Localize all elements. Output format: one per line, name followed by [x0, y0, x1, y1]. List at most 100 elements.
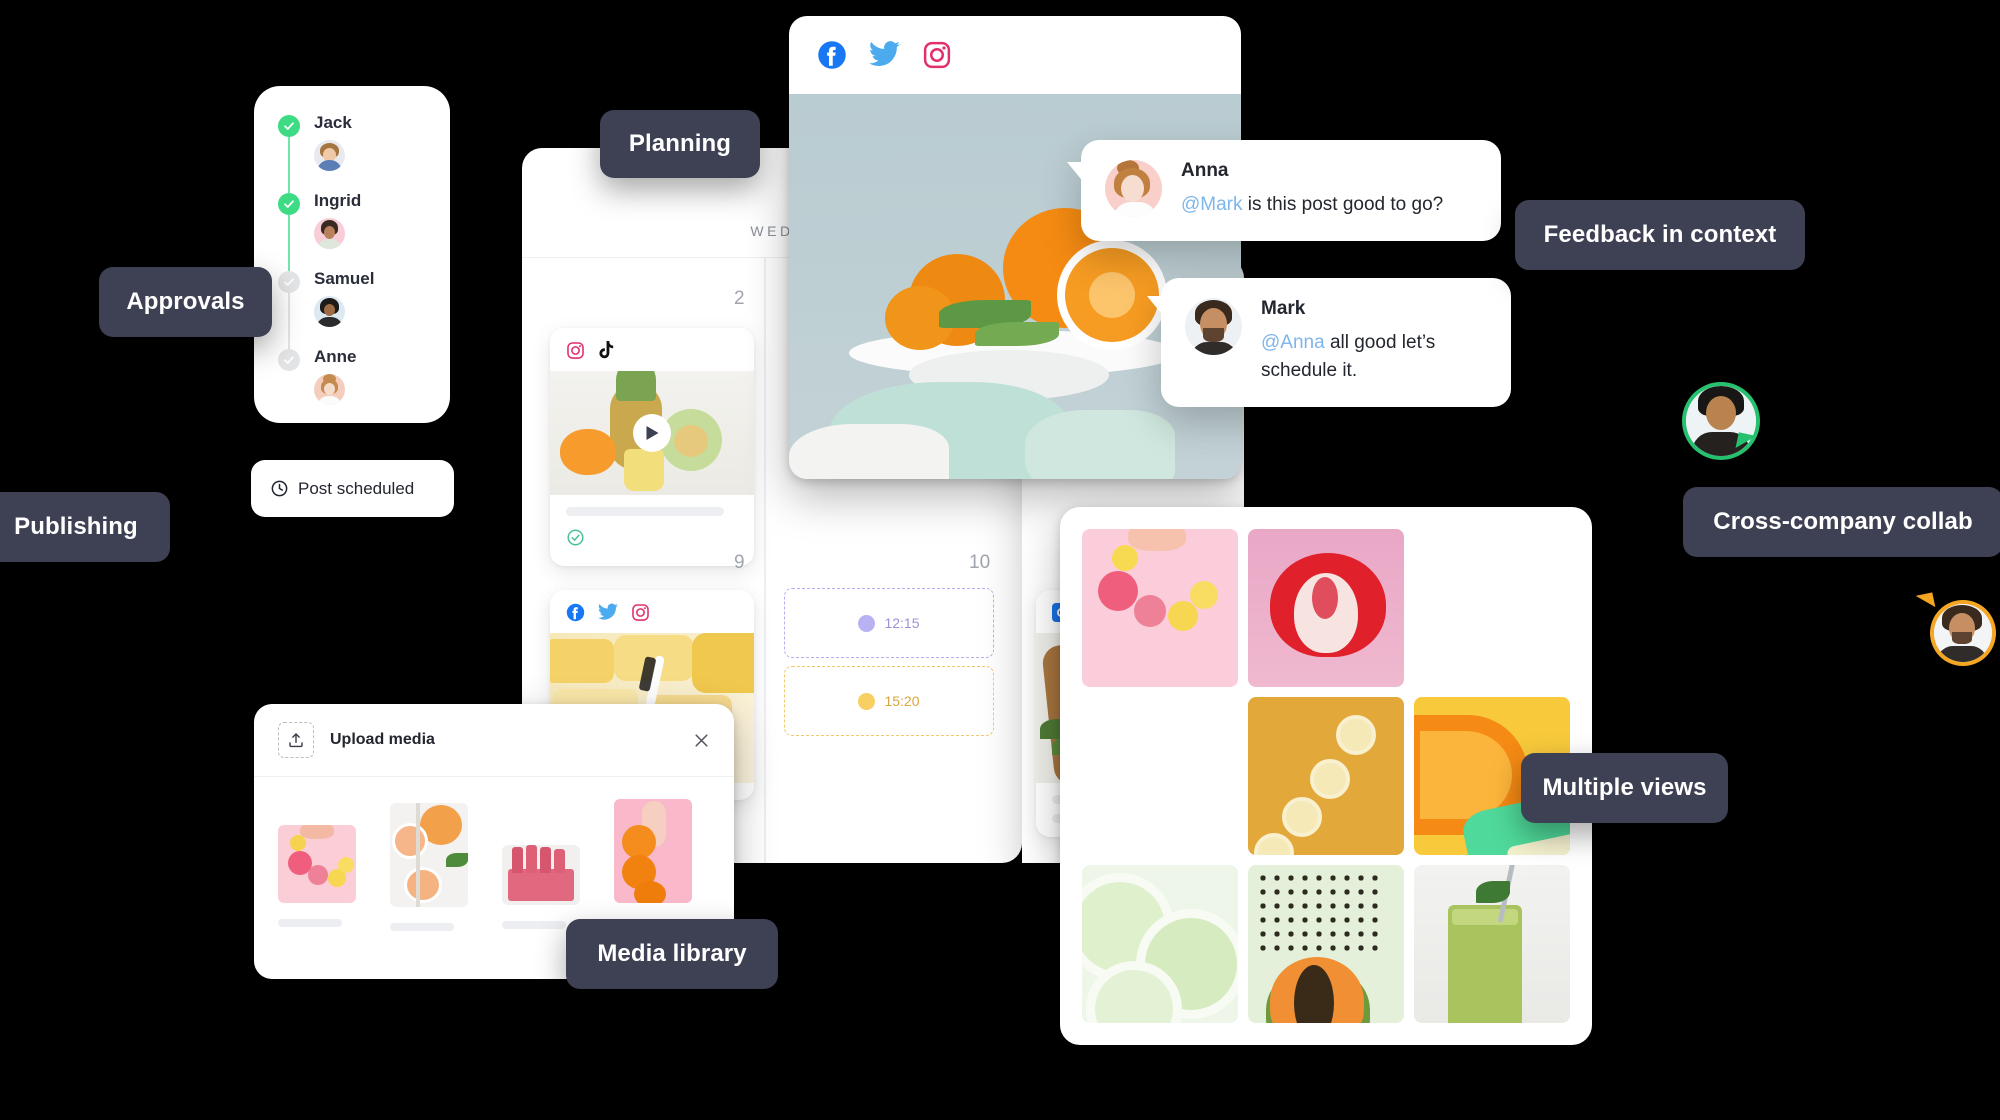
label-text: Multiple views: [1542, 774, 1707, 801]
grid-cell[interactable]: [1414, 865, 1570, 1023]
approval-step[interactable]: Ingrid: [254, 190, 450, 271]
facebook-icon[interactable]: [817, 40, 847, 70]
calendar-day-number: 9: [734, 552, 745, 573]
label-publishing: Publishing: [0, 492, 170, 562]
avatar: [314, 296, 345, 327]
mention[interactable]: @Anna: [1261, 332, 1325, 353]
calendar-day-of-week: WED: [750, 223, 794, 239]
approvals-card: Jack Ingrid Samuel Anne: [254, 86, 450, 423]
post-meta: [550, 495, 754, 566]
label-multiple-views: Multiple views: [1521, 753, 1728, 823]
comment-bubble[interactable]: Anna @Mark is this post good to go?: [1067, 140, 1501, 241]
media-item[interactable]: [614, 799, 692, 931]
upload-icon[interactable]: [278, 722, 314, 758]
instagram-icon[interactable]: [922, 40, 952, 70]
label-text: Media library: [597, 940, 747, 967]
comment-body: is this post good to go?: [1242, 194, 1444, 215]
approved-check-icon: [566, 528, 738, 552]
approval-name: Jack: [314, 113, 352, 132]
label-text: Approvals: [126, 288, 245, 315]
play-icon[interactable]: [633, 414, 671, 452]
media-grid-panel: [1060, 507, 1592, 1045]
approval-status-icon: [278, 271, 300, 293]
approval-connector: [288, 215, 290, 271]
comment-author: Anna: [1181, 160, 1229, 181]
comment-text: @Mark is this post good to go?: [1181, 191, 1443, 219]
slot-dot-icon: [858, 614, 876, 632]
label-text: Cross-company collab: [1713, 508, 1973, 535]
instagram-icon: [631, 603, 650, 622]
post-networks: [550, 328, 754, 371]
approval-connector: [288, 293, 290, 349]
post-networks: [550, 590, 754, 633]
twitter-icon: [598, 603, 618, 622]
media-item[interactable]: [502, 803, 580, 931]
comment-text: @Anna all good let’s schedule it.: [1261, 329, 1485, 385]
approval-connector: [288, 137, 290, 193]
slot-time: 12:15: [884, 615, 920, 631]
grid-cell[interactable]: [1248, 697, 1404, 855]
hero-illustration: Jack Ingrid Samuel Anne Post scheduled W…: [0, 0, 2000, 1120]
approval-status-icon: [278, 349, 300, 371]
media-label-bar: [278, 919, 342, 927]
facebook-icon: [566, 603, 585, 622]
twitter-icon[interactable]: [869, 40, 900, 70]
close-icon[interactable]: [690, 729, 712, 751]
approval-name: Samuel: [314, 269, 375, 288]
label-feedback-in-context: Feedback in context: [1515, 200, 1805, 270]
approval-name: Ingrid: [314, 191, 362, 210]
label-text: Feedback in context: [1543, 221, 1777, 248]
upload-modal-header: Upload media: [254, 704, 734, 777]
slot-time: 15:20: [884, 693, 920, 709]
grid-cell[interactable]: [1082, 865, 1238, 1023]
bubble-tail: [1147, 296, 1165, 318]
post-scheduled-badge[interactable]: Post scheduled: [251, 460, 454, 517]
approval-step[interactable]: Samuel: [254, 268, 450, 349]
avatar: [1105, 160, 1162, 217]
bubble-tail: [1067, 162, 1085, 184]
media-label-bar: [502, 921, 566, 929]
orange-cursor-avatar[interactable]: [1915, 592, 1996, 666]
slot-dot-icon: [858, 692, 876, 710]
approval-step[interactable]: Jack: [254, 112, 450, 193]
approval-status-icon: [278, 115, 300, 137]
instagram-icon: [566, 341, 585, 360]
media-grid: [1082, 529, 1570, 1023]
grid-cell[interactable]: [1082, 529, 1238, 687]
grid-cell[interactable]: [1248, 529, 1404, 687]
grid-cell[interactable]: [1248, 865, 1404, 1023]
label-text: Publishing: [14, 513, 138, 540]
media-item[interactable]: [390, 803, 468, 931]
cursor-arrow-icon: [1735, 432, 1757, 452]
comment-bubble[interactable]: Mark @Anna all good let’s schedule it.: [1147, 278, 1511, 407]
cursor-arrow-icon: [1915, 592, 1936, 611]
avatar: [314, 140, 345, 171]
approval-step[interactable]: Anne: [254, 346, 450, 424]
mention[interactable]: @Mark: [1181, 194, 1243, 215]
post-preview-card: [789, 16, 1241, 479]
comment-author: Mark: [1261, 298, 1306, 319]
label-cross-company-collab: Cross-company collab: [1683, 487, 2000, 557]
approval-status-icon: [278, 193, 300, 215]
label-media-library: Media library: [566, 919, 778, 989]
calendar-time-slot[interactable]: 12:15: [784, 588, 994, 658]
label-text: Planning: [628, 130, 732, 157]
calendar-post-card[interactable]: [550, 328, 754, 566]
calendar-time-slot[interactable]: 15:20: [784, 666, 994, 736]
clock-icon: [270, 479, 289, 498]
post-scheduled-label: Post scheduled: [298, 478, 415, 498]
post-thumbnail: [550, 371, 754, 495]
post-preview-networks: [789, 16, 1241, 94]
tiktok-icon: [598, 341, 615, 360]
calendar-day-number: 2: [734, 288, 745, 309]
upload-modal-items: [254, 777, 734, 931]
upload-modal-title: Upload media: [330, 731, 435, 748]
avatar: [314, 218, 345, 249]
media-item[interactable]: [278, 803, 356, 931]
label-approvals: Approvals: [99, 267, 272, 337]
avatar: [314, 374, 345, 405]
green-cursor-avatar[interactable]: [1682, 382, 1760, 460]
approval-name: Anne: [314, 347, 357, 366]
avatar: [1185, 298, 1242, 355]
media-label-bar: [390, 923, 454, 931]
